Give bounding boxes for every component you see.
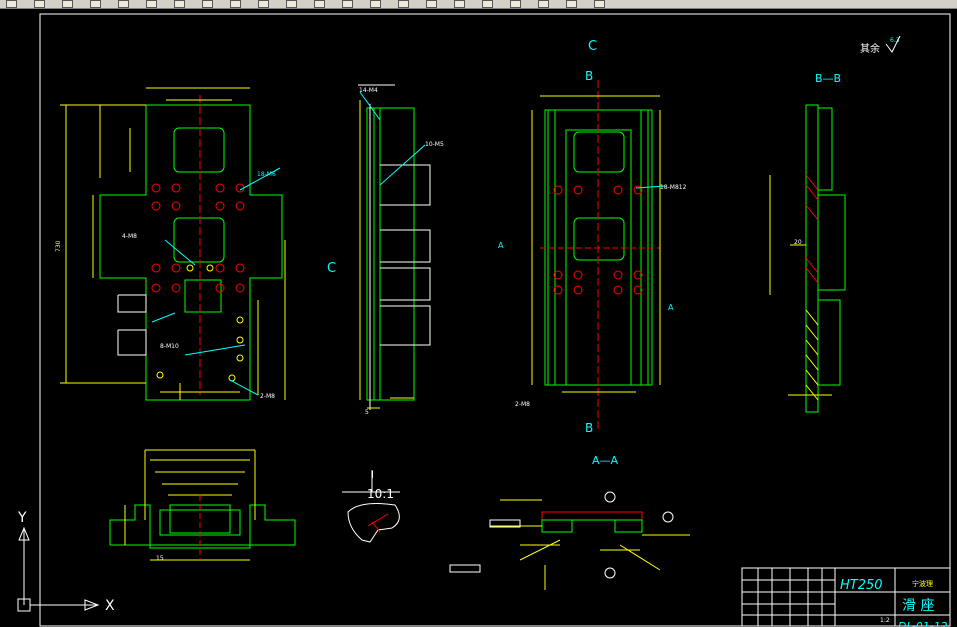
toolbar-button-icon[interactable]	[566, 0, 577, 8]
b-label-bottom: B	[585, 421, 593, 435]
toolbar-button-icon[interactable]	[314, 0, 325, 8]
aa-title: A—A	[592, 454, 619, 467]
main-height-dim: 730	[55, 240, 62, 252]
view-c-label: C	[588, 39, 597, 54]
scale-label: 1:2	[880, 617, 890, 624]
roughness-note: 其余	[860, 42, 880, 55]
part-number: DL-01-12	[898, 620, 948, 627]
toolbar-button-icon[interactable]	[286, 0, 297, 8]
callout-14-m4: 14-M4	[359, 87, 378, 94]
dim-15: 15	[156, 555, 164, 562]
toolbar-button-icon[interactable]	[538, 0, 549, 8]
detail-label: I	[371, 470, 374, 481]
title-block	[741, 567, 951, 627]
view-c	[531, 80, 666, 430]
a-label-right: A	[668, 303, 674, 312]
dim-20: 20	[794, 239, 802, 246]
ucs-icon	[17, 526, 100, 612]
bottom-section	[109, 449, 296, 561]
toolbar-button-icon[interactable]	[594, 0, 605, 8]
callout-8-m10: 8-M10	[160, 343, 179, 350]
callout-2-m8b: 2-M8	[515, 401, 530, 408]
callout-18-m6: 18-M6	[257, 171, 276, 178]
detail-scale: 10:1	[367, 487, 394, 501]
toolbar-button-icon[interactable]	[398, 0, 409, 8]
toolbar-button-icon[interactable]	[482, 0, 493, 8]
callout-18-m812: 18-M812	[660, 184, 687, 191]
unit-label: 宁波理	[912, 579, 933, 588]
toolbar-button-icon[interactable]	[90, 0, 101, 8]
dim-5: 5	[365, 409, 369, 416]
toolbar-button-icon[interactable]	[342, 0, 353, 8]
toolbar-button-icon[interactable]	[426, 0, 437, 8]
toolbar-strip	[0, 0, 957, 9]
bb-section	[769, 104, 846, 413]
callout-2-m8: 2-M8	[260, 393, 275, 400]
side-view	[358, 84, 431, 410]
ucs-y-label: Y	[17, 510, 27, 526]
b-label-top: B	[585, 69, 593, 83]
ucs-x-label: X	[105, 598, 115, 614]
toolbar-button-icon[interactable]	[230, 0, 241, 8]
view-c-side-label: C	[327, 261, 336, 276]
toolbar-button-icon[interactable]	[202, 0, 213, 8]
toolbar-button-icon[interactable]	[62, 0, 73, 8]
toolbar-button-icon[interactable]	[454, 0, 465, 8]
toolbar-button-icon[interactable]	[510, 0, 521, 8]
toolbar-button-icon[interactable]	[118, 0, 129, 8]
part-name: 滑 座	[902, 597, 934, 614]
toolbar-button-icon[interactable]	[34, 0, 45, 8]
aa-section	[449, 491, 690, 590]
front-view	[60, 87, 286, 401]
callout-4-m8: 4-M8	[122, 233, 137, 240]
bb-title: B—B	[815, 72, 841, 85]
toolbar-button-icon[interactable]	[6, 0, 17, 8]
callout-10-m5: 10-M5	[425, 141, 444, 148]
toolbar-button-icon[interactable]	[174, 0, 185, 8]
a-label-left: A	[498, 241, 504, 250]
material-label: HT250	[840, 578, 883, 593]
toolbar-button-icon[interactable]	[146, 0, 157, 8]
toolbar-button-icon[interactable]	[370, 0, 381, 8]
toolbar-button-icon[interactable]	[258, 0, 269, 8]
drawing-canvas[interactable]: 730 18-M6 4-M8 8-M10 2-M8 14-M4 10-M5 5 …	[0, 9, 957, 627]
